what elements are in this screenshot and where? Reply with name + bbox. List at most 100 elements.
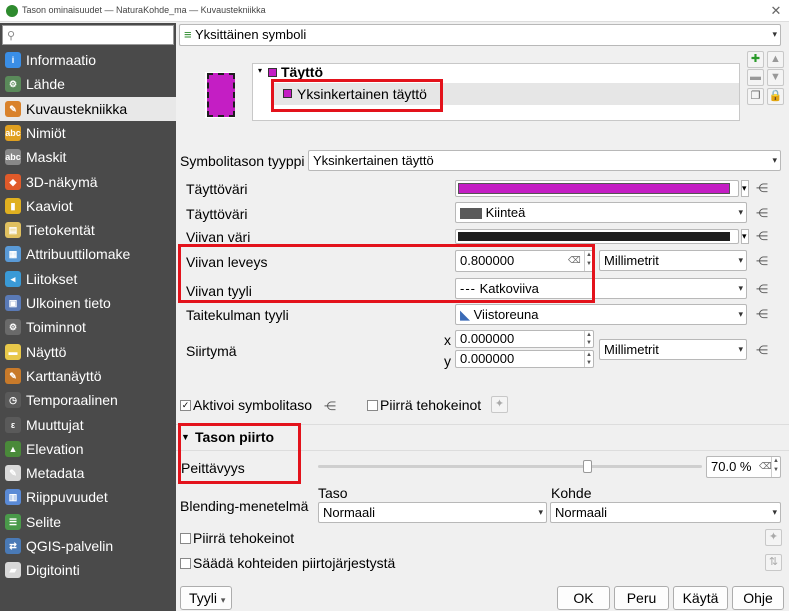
clear-icon[interactable]: ⌫ [759,457,772,476]
effects-star-icon[interactable]: ✦ [765,529,782,546]
duplicate-layer-icon[interactable]: ❐ [747,88,764,105]
sidebar-item-label: Informaatio [26,52,97,68]
sidebar-item-informaatio[interactable]: i Informaatio [0,48,176,72]
auxiliary-storage-icon: ▣ [5,295,21,311]
chevron-down-icon: ▾ [738,283,743,293]
data-defined-override-icon[interactable]: ⋲ [756,282,770,296]
stroke-width-unit-select[interactable]: Millimetrit ▾ [599,250,747,271]
masks-icon: abc [5,149,21,166]
digitizing-icon: ▰ [5,562,21,579]
data-defined-override-icon[interactable]: ⋲ [756,206,770,220]
sidebar-item-attribuuttilomake[interactable]: ▦ Attribuuttilomake [0,242,176,266]
solid-fill-icon [460,208,482,220]
stroke-color-button[interactable] [455,229,739,244]
fill-color-dropdown-icon[interactable]: ▾ [741,180,749,197]
stroke-color-dropdown-icon[interactable]: ▾ [741,229,749,244]
data-defined-override-icon[interactable]: ⋲ [756,343,770,357]
offset-unit-select[interactable]: Millimetrit ▾ [599,339,747,360]
ok-button[interactable]: OK [557,586,610,610]
chevron-down-icon: ▾ [738,255,743,265]
chevron-down-icon: ▾ [772,155,777,165]
data-defined-override-icon[interactable]: ⋲ [756,307,770,321]
renderer-type-value: Yksittäinen symboli [194,27,307,42]
sidebar-item-label: Muuttujat [26,416,84,433]
sidebar-item-metadata[interactable]: ✎ Metadata [0,461,176,485]
order-settings-icon[interactable]: ⇅ [765,554,782,571]
sidebar-item-kuvaustekniikka[interactable]: ✎ Kuvaustekniikka [0,96,176,121]
data-defined-override-icon[interactable]: ⋲ [756,181,770,195]
sidebar-item-riippuvuudet[interactable]: ▥ Riippuvuudet [0,485,176,509]
effects-star-icon[interactable]: ✦ [491,396,508,413]
draw-effects-checkbox[interactable] [367,400,378,411]
cancel-button[interactable]: Peru [614,586,669,610]
help-button[interactable]: Ohje [732,586,784,610]
sidebar-item-label: Liitokset [26,270,78,287]
sidebar-item-maskit[interactable]: abc Maskit [0,145,176,169]
opacity-slider-track[interactable] [318,465,702,468]
rendering-draw-effects-checkbox[interactable] [180,533,191,544]
highlight-box-rendering [178,423,301,484]
style-button[interactable]: Tyyli ▾ [180,586,232,610]
offset-unit-value: Millimetrit [604,342,659,357]
layer-blend-label: Taso [318,485,348,501]
stroke-width-unit-value: Millimetrit [604,253,659,268]
sidebar-item-label: Attribuuttilomake [26,246,131,263]
sidebar-item-tietokentät[interactable]: ▤ Tietokentät [0,218,176,242]
sidebar-item-toiminnot[interactable]: ⚙ Toiminnot [0,315,176,339]
spinner-arrows-icon[interactable]: ▲ ▼ [584,351,593,367]
sidebar-item-qgis-palvelin[interactable]: ⇄ QGIS-palvelin [0,534,176,558]
opacity-slider-handle[interactable] [582,460,592,473]
qgis-logo-icon [6,5,18,17]
spinner-arrows-icon[interactable]: ▲ ▼ [771,457,780,477]
sidebar-item-ulkoinen-tieto[interactable]: ▣ Ulkoinen tieto [0,291,176,315]
search-input[interactable]: ⚲ [2,25,174,45]
move-down-icon[interactable]: ▼ [767,69,784,86]
offset-y-input[interactable]: 0.000000 ▲ ▼ [455,350,594,368]
fill-style-select[interactable]: Kiinteä ▾ [455,202,747,223]
symbol-layer-type-select[interactable]: Yksinkertainen täyttö ▾ [308,150,781,171]
data-defined-override-icon[interactable]: ⋲ [756,229,770,243]
layer-blend-select[interactable]: Normaali ▾ [318,502,547,523]
data-defined-override-icon[interactable]: ⋲ [756,254,770,268]
feature-blend-select[interactable]: Normaali ▾ [550,502,781,523]
sidebar-item-elevation[interactable]: ▲ Elevation [0,437,176,461]
sidebar-item-kaaviot[interactable]: ▮ Kaaviot [0,194,176,218]
sidebar-item-liitokset[interactable]: ◂ Liitokset [0,267,176,291]
sidebar-item-label: Tietokentät [26,222,95,239]
sidebar-item-digitointi[interactable]: ▰ Digitointi [0,558,176,582]
lock-icon[interactable]: 🔒 [767,88,784,105]
renderer-type-select[interactable]: ≡ Yksittäinen symboli ▾ [179,24,781,46]
move-up-icon[interactable]: ▲ [767,51,784,68]
offset-y-label: y [444,353,451,369]
control-order-checkbox[interactable] [180,558,191,569]
symbol-layer-type-label: Symbolitason tyyppi [180,153,305,169]
sidebar-item-label: Näyttö [26,343,67,360]
close-icon[interactable]: ✕ [768,3,784,19]
sidebar-item-nimiöt[interactable]: abc Nimiöt [0,121,176,145]
source-icon: ⚙ [5,76,21,93]
apply-button[interactable]: Käytä [673,586,728,610]
data-defined-override-icon[interactable]: ⋲ [324,399,338,413]
symbol-preview [207,73,235,117]
sidebar-item-3d-näkymä[interactable]: ◆ 3D-näkymä [0,170,176,194]
sidebar-item-lähde[interactable]: ⚙ Lähde [0,72,176,96]
tree-item-fill[interactable]: Täyttö [281,64,323,80]
offset-x-input[interactable]: 0.000000 ▲ ▼ [455,330,594,348]
fill-color-swatch [458,183,730,194]
join-style-select[interactable]: ◣ Viistoreuna ▾ [455,304,747,325]
collapse-arrow-icon[interactable]: ▾ [258,66,262,75]
enable-layer-checkbox[interactable]: ✓ [180,400,191,411]
chevron-down-icon: ▾ [738,207,743,217]
sidebar-item-karttanäyttö[interactable]: ✎ Karttanäyttö [0,364,176,388]
sidebar-item-muuttujat[interactable]: ε Muuttujat [0,413,176,437]
remove-layer-icon[interactable]: ▬ [747,69,764,86]
sidebar-item-temporaalinen[interactable]: ◷ Temporaalinen [0,388,176,412]
info-icon: i [5,52,21,68]
opacity-input[interactable]: 70.0 % ⌫ ▲ ▼ [706,456,781,478]
spinner-arrows-icon[interactable]: ▲ ▼ [584,331,593,347]
sidebar-item-selite[interactable]: ☰ Selite [0,510,176,534]
fill-color-button[interactable] [455,180,739,197]
sidebar-item-näyttö[interactable]: ▬ Näyttö [0,340,176,364]
add-layer-icon[interactable]: ✚ [747,51,764,68]
sidebar-item-label: Karttanäyttö [26,367,102,384]
